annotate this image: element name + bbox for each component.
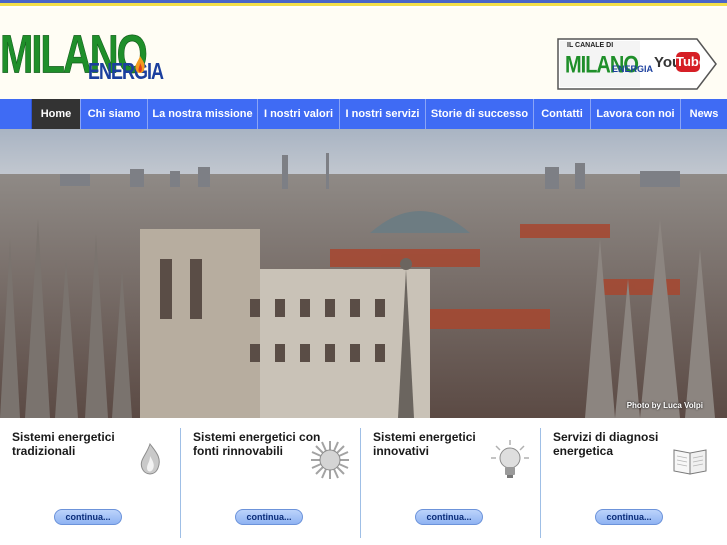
nav-contatti[interactable]: Contatti <box>534 99 591 129</box>
continue-button[interactable]: continua... <box>54 509 122 525</box>
continue-button[interactable]: continua... <box>415 509 483 525</box>
nav-i-nostri-servizi[interactable]: I nostri servizi <box>340 99 426 129</box>
top-color-strip <box>0 0 727 8</box>
service-box-traditional: Sistemi energetici tradizionali continua… <box>0 428 180 538</box>
book-icon <box>673 449 707 475</box>
nav-home[interactable]: Home <box>32 99 81 129</box>
service-box-renewable: Sistemi energetici con fonti rinnovabili… <box>180 428 360 538</box>
header: MILANO ENERGIA IL CANALE DI MILANO ENERG… <box>0 8 727 99</box>
service-title: Servizi di diagnosi energetica <box>553 430 659 458</box>
flame-icon <box>140 442 160 475</box>
services-row: Sistemi energetici tradizionali continua… <box>0 418 727 545</box>
nav-news[interactable]: News <box>681 99 727 129</box>
nav-chi-siamo[interactable]: Chi siamo <box>81 99 148 129</box>
hero-illustration <box>0 129 727 418</box>
nav-storie-di-successo[interactable]: Storie di successo <box>426 99 534 129</box>
service-title: Sistemi energetici tradizionali <box>12 430 115 458</box>
youtube-badge-caption: IL CANALE DI <box>567 42 614 49</box>
youtube-logo-tube: Tube <box>676 52 706 72</box>
nav-i-nostri-valori[interactable]: I nostri valori <box>258 99 340 129</box>
service-title: Sistemi energetici innovativi <box>373 430 476 458</box>
hero-photo-milan-skyline: Photo by Luca Volpi <box>0 129 727 418</box>
service-box-innovative: Sistemi energetici innovativi continua..… <box>360 428 540 538</box>
continue-button[interactable]: continua... <box>235 509 303 525</box>
logo-word-energia: ENERGIA <box>88 58 164 84</box>
nav-spacer <box>0 99 32 129</box>
nav-la-nostra-missione[interactable]: La nostra missione <box>148 99 258 129</box>
service-box-diagnosis: Servizi di diagnosi energetica continua.… <box>540 428 720 538</box>
logo-flame-icon <box>135 56 145 73</box>
main-navigation: Home Chi siamo La nostra missione I nost… <box>0 99 727 129</box>
lightbulb-icon <box>491 440 529 478</box>
nav-lavora-con-noi[interactable]: Lavora con noi <box>591 99 681 129</box>
sun-icon <box>311 441 349 479</box>
youtube-channel-badge[interactable]: IL CANALE DI MILANO ENERGIA You Tube <box>557 38 717 90</box>
photo-credit: Photo by Luca Volpi <box>626 401 703 410</box>
milano-energia-logo[interactable]: MILANO ENERGIA <box>0 22 164 102</box>
continue-button[interactable]: continua... <box>595 509 663 525</box>
youtube-badge-energia: ENERGIA <box>612 64 654 74</box>
